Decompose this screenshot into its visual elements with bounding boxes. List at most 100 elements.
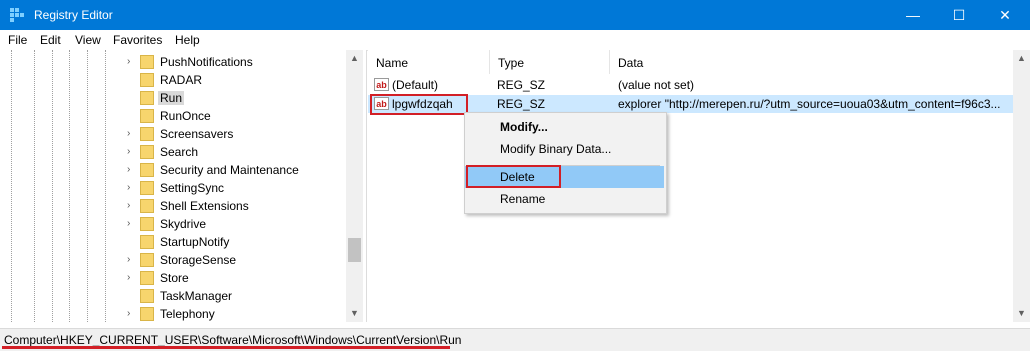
folder-icon xyxy=(140,55,154,69)
value-type: REG_SZ xyxy=(497,78,546,92)
window-title: Registry Editor xyxy=(34,8,113,22)
column-header-name[interactable]: Name xyxy=(368,50,490,74)
value-data: (value not set) xyxy=(618,78,695,92)
key-tree[interactable]: › PushNotifications RADAR Run RunOnce › Screen… xyxy=(0,50,367,322)
tree-item[interactable]: › Screensavers xyxy=(123,125,345,143)
tree-item-label: Search xyxy=(160,145,199,159)
folder-icon xyxy=(140,217,154,231)
tree-item-label: PushNotifications xyxy=(160,55,253,69)
tree-item[interactable]: StartupNotify xyxy=(123,233,345,251)
string-value-icon: ab xyxy=(374,78,389,91)
chevron-right-icon[interactable]: › xyxy=(127,163,137,177)
maximize-button[interactable]: ☐ xyxy=(936,0,982,30)
close-icon: ✕ xyxy=(999,7,1011,23)
value-type: REG_SZ xyxy=(497,97,546,111)
tree-guide-line xyxy=(11,50,12,322)
menu-favorites[interactable]: Favorites xyxy=(113,33,162,47)
tree-scrollbar[interactable]: ▲ ▼ xyxy=(346,50,363,322)
registry-app-icon xyxy=(10,8,24,22)
tree-item-label: RunOnce xyxy=(160,109,211,123)
values-scrollbar[interactable]: ▲ ▼ xyxy=(1013,50,1030,322)
folder-icon xyxy=(140,253,154,267)
value-name: (Default) xyxy=(392,78,439,92)
folder-icon xyxy=(140,109,154,123)
registry-path: Computer\HKEY_CURRENT_USER\Software\Micr… xyxy=(4,333,462,347)
folder-icon xyxy=(140,235,154,249)
scroll-up-arrow-icon[interactable]: ▲ xyxy=(346,50,363,67)
folder-icon xyxy=(140,289,154,303)
tree-item[interactable]: › PushNotifications xyxy=(123,53,345,71)
maximize-icon: ☐ xyxy=(952,7,966,23)
close-button[interactable]: ✕ xyxy=(982,0,1028,30)
title-bar: Registry Editor — ☐ ✕ xyxy=(0,0,1030,30)
chevron-right-icon[interactable]: › xyxy=(127,127,137,141)
tree-guide-line xyxy=(52,50,53,322)
menu-help[interactable]: Help xyxy=(175,33,200,47)
tree-item-label: TaskManager xyxy=(160,289,233,303)
menu-item-rename[interactable]: Rename xyxy=(465,188,664,210)
chevron-right-icon[interactable]: › xyxy=(127,55,137,69)
chevron-right-icon[interactable]: › xyxy=(127,199,137,213)
menu-view[interactable]: View xyxy=(75,33,101,47)
tree-item-label: Shell Extensions xyxy=(160,199,249,213)
menu-item-modify[interactable]: Modify... xyxy=(465,116,664,138)
tree-item[interactable]: › StorageSense xyxy=(123,251,345,269)
tree-item[interactable]: TaskManager xyxy=(123,287,345,305)
chevron-right-icon[interactable]: › xyxy=(127,181,137,195)
folder-icon xyxy=(140,127,154,141)
tree-guide-line xyxy=(69,50,70,322)
folder-icon xyxy=(140,163,154,177)
value-data: explorer "http://merepen.ru/?utm_source=… xyxy=(618,97,1001,111)
tree-item-label: RADAR xyxy=(160,73,203,87)
tree-item[interactable]: › SettingSync xyxy=(123,179,345,197)
scroll-up-arrow-icon[interactable]: ▲ xyxy=(1013,50,1030,67)
tree-item-label: Skydrive xyxy=(160,217,207,231)
minimize-button[interactable]: — xyxy=(890,0,936,30)
chevron-right-icon[interactable]: › xyxy=(127,217,137,231)
tree-item[interactable]: › Shell Extensions xyxy=(123,197,345,215)
folder-icon xyxy=(140,271,154,285)
minimize-icon: — xyxy=(906,7,920,23)
tree-item-label: Screensavers xyxy=(160,127,234,141)
tree-item-label: StartupNotify xyxy=(160,235,230,249)
tree-item[interactable]: RunOnce xyxy=(123,107,345,125)
tree-item-label: SettingSync xyxy=(160,181,225,195)
scroll-thumb[interactable] xyxy=(348,238,361,262)
chevron-right-icon[interactable]: › xyxy=(127,253,137,267)
tree-item-label: Security and Maintenance xyxy=(160,163,299,177)
scroll-down-arrow-icon[interactable]: ▼ xyxy=(1013,305,1030,322)
annotation-box-value xyxy=(370,94,468,115)
tree-item[interactable]: › Skydrive xyxy=(123,215,345,233)
folder-icon xyxy=(140,73,154,87)
column-header-type[interactable]: Type xyxy=(490,50,610,74)
folder-icon xyxy=(140,181,154,195)
tree-guide-line xyxy=(105,50,106,322)
value-row-default[interactable]: ab (Default) REG_SZ (value not set) xyxy=(368,76,1018,94)
tree-guide-line xyxy=(87,50,88,322)
tree-item-label: Run xyxy=(158,91,185,105)
menu-edit[interactable]: Edit xyxy=(40,33,61,47)
tree-item[interactable]: › Telephony xyxy=(123,305,345,322)
folder-icon xyxy=(140,91,154,105)
folder-icon xyxy=(140,199,154,213)
tree-item[interactable]: Run xyxy=(123,89,345,107)
chevron-right-icon[interactable]: › xyxy=(127,145,137,159)
tree-item-label: Telephony xyxy=(160,307,215,321)
menu-item-modify-binary[interactable]: Modify Binary Data... xyxy=(465,138,664,160)
scroll-down-arrow-icon[interactable]: ▼ xyxy=(346,305,363,322)
tree-item[interactable]: › Security and Maintenance xyxy=(123,161,345,179)
tree-item[interactable]: › Search xyxy=(123,143,345,161)
folder-icon xyxy=(140,145,154,159)
tree-item[interactable]: › Store xyxy=(123,269,345,287)
folder-icon xyxy=(140,307,154,321)
menu-bar: File Edit View Favorites Help xyxy=(0,30,1030,51)
tree-guide-line xyxy=(34,50,35,322)
column-header-data[interactable]: Data xyxy=(610,50,1030,74)
tree-item[interactable]: RADAR xyxy=(123,71,345,89)
annotation-underline xyxy=(2,346,450,349)
tree-item-label: Store xyxy=(160,271,189,285)
menu-file[interactable]: File xyxy=(8,33,27,47)
chevron-right-icon[interactable]: › xyxy=(127,307,137,321)
tree-item-label: StorageSense xyxy=(160,253,237,267)
chevron-right-icon[interactable]: › xyxy=(127,271,137,285)
